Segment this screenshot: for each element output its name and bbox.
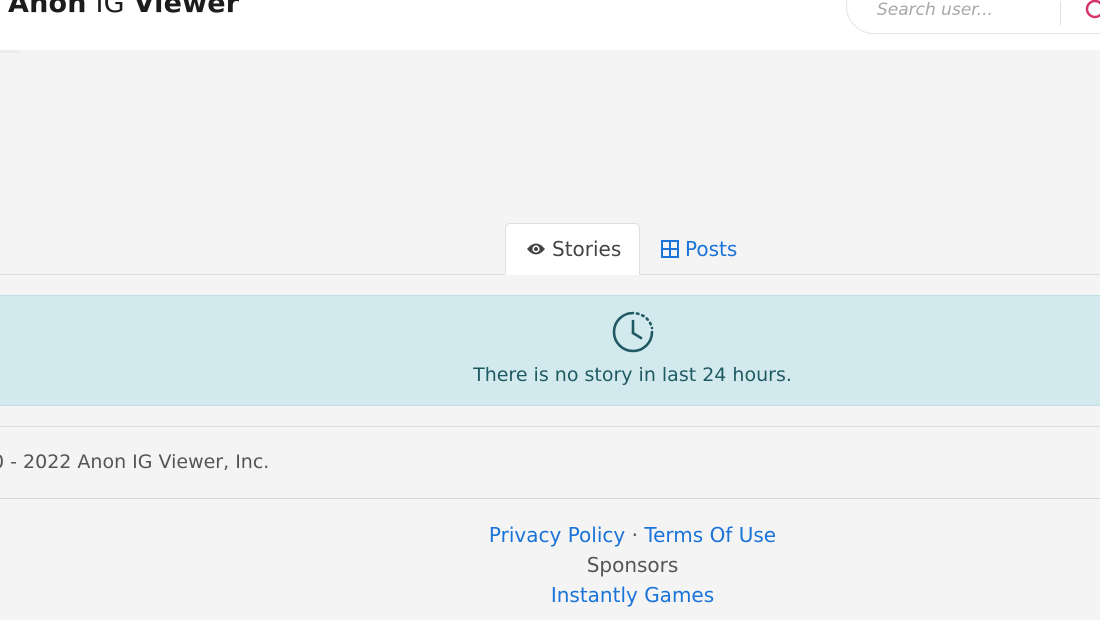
search-icon [1085,0,1100,19]
search-divider [1060,1,1061,25]
grid-icon [661,240,679,258]
site-logo[interactable]: Anon IG Viewer [8,0,239,19]
legal-links-row: Privacy Policy · Terms Of Use [0,520,1100,550]
logo-word-viewer: Viewer [133,0,240,19]
no-story-alert: There is no story in last 24 hours. [0,295,1100,406]
terms-of-use-link[interactable]: Terms Of Use [644,523,776,547]
tab-posts-label: Posts [685,237,738,261]
search-box [846,0,1100,34]
tab-stories[interactable]: Stories [505,223,640,275]
sponsors-heading: Sponsors [586,553,679,577]
sponsor-row: Instantly Games [0,580,1100,610]
header-underline [0,50,20,53]
logo-word-ig: IG [86,0,134,19]
eye-icon [527,243,545,255]
no-story-message: There is no story in last 24 hours. [473,364,792,386]
logo-word-anon: Anon [8,0,87,19]
clock-icon [612,311,654,353]
instantly-games-link[interactable]: Instantly Games [551,583,714,607]
tab-stories-label: Stories [552,237,622,261]
search-input[interactable] [877,0,1047,21]
copyright-text: 0 - 2022 Anon IG Viewer, Inc. [0,451,270,473]
divider [0,426,1100,427]
tab-posts[interactable]: Posts [661,223,737,275]
top-header: Anon IG Viewer [0,0,1100,50]
privacy-policy-link[interactable]: Privacy Policy [489,523,625,547]
link-separator: · [625,523,645,547]
clock-icon-wrap [611,310,655,358]
search-button[interactable] [1083,0,1100,25]
footer-divider [0,498,1100,499]
footer-links: Privacy Policy · Terms Of Use Sponsors I… [0,520,1100,610]
